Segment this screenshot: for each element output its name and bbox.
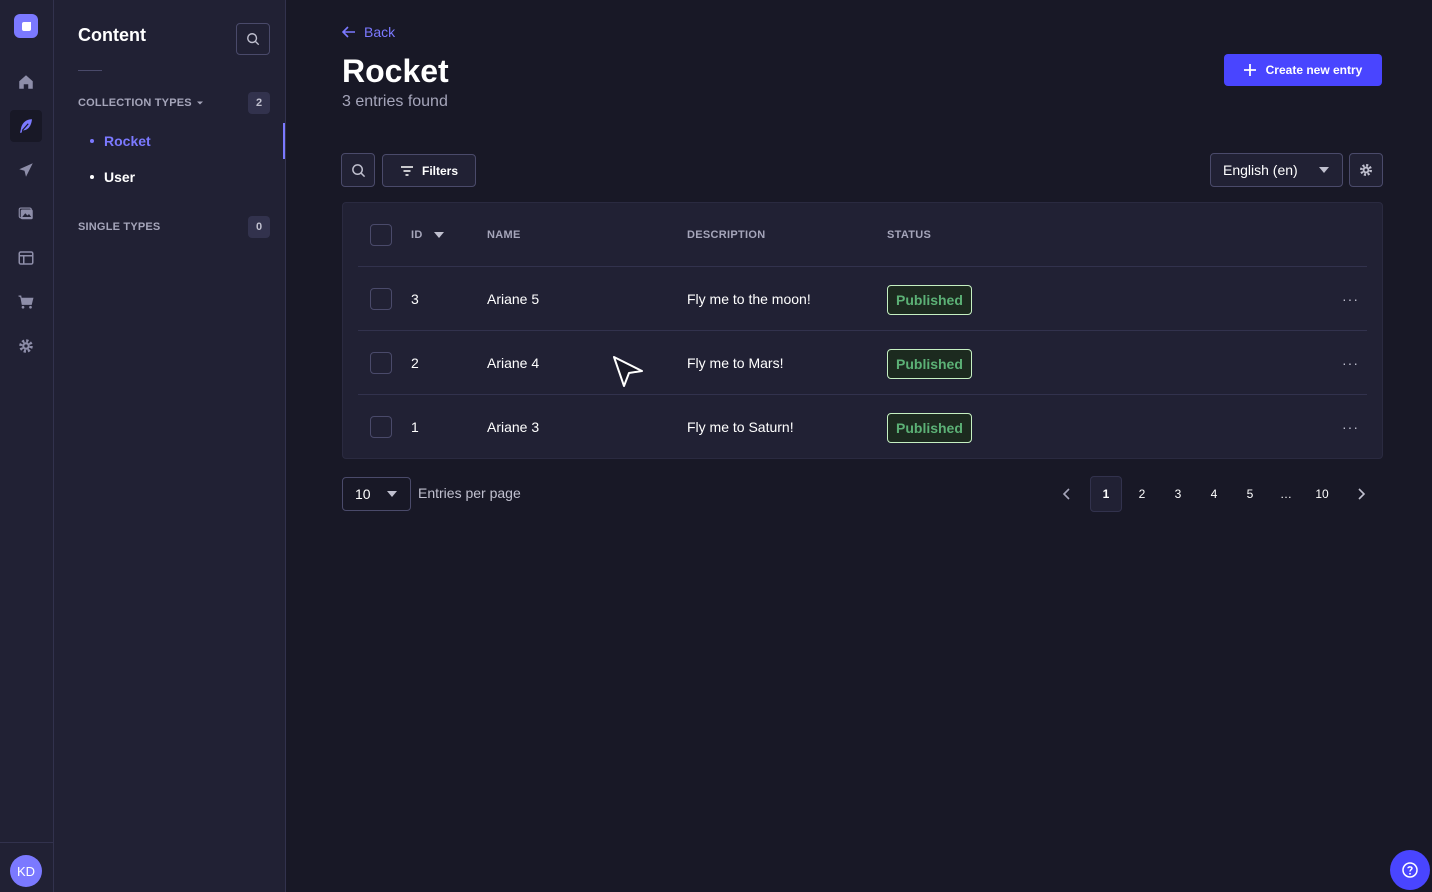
back-link[interactable]: Back [342, 24, 395, 40]
cell-name: Ariane 3 [487, 419, 540, 435]
chevron-down-icon [1319, 167, 1329, 173]
row-checkbox[interactable] [370, 288, 392, 310]
paper-plane-icon[interactable] [10, 154, 42, 186]
layout-icon[interactable] [10, 242, 42, 274]
page-button[interactable]: 1 [1090, 476, 1122, 512]
gear-icon[interactable] [10, 330, 42, 362]
locale-select[interactable]: English (en) [1210, 153, 1343, 187]
bullet-icon [90, 175, 94, 179]
sort-desc-icon [433, 232, 444, 238]
prev-page-button[interactable] [1050, 476, 1082, 512]
table-settings-button[interactable] [1349, 153, 1383, 187]
chevron-down-icon [387, 491, 397, 497]
help-button[interactable] [1390, 850, 1430, 890]
collection-types-label: COLLECTION TYPES [78, 97, 192, 109]
page-title: Rocket [342, 53, 449, 89]
status-badge: Published [887, 413, 972, 443]
cell-id: 3 [411, 291, 419, 307]
cell-name: Ariane 5 [487, 291, 540, 307]
page-button[interactable]: 5 [1234, 476, 1266, 512]
subnav-title: Content [78, 25, 146, 45]
user-section: KD [0, 842, 54, 892]
row-more-icon[interactable]: ··· [1342, 291, 1359, 307]
single-types-heading[interactable]: SINGLE TYPES [78, 221, 160, 233]
back-label: Back [364, 24, 396, 40]
filters-button[interactable]: Filters [382, 154, 476, 187]
per-page-label: Entries per page [418, 485, 521, 501]
filters-label: Filters [421, 163, 458, 178]
gear-icon [1360, 164, 1372, 176]
strapi-logo[interactable] [14, 14, 38, 38]
table-row[interactable]: 3 Ariane 5 Fly me to the moon! Published… [358, 266, 1367, 330]
per-page-select[interactable]: 10 [342, 477, 411, 511]
table-row[interactable]: 2 Ariane 4 Fly me to Mars! Published ··· [358, 330, 1367, 394]
arrow-left-icon [342, 26, 355, 38]
locale-value: English (en) [1223, 162, 1298, 178]
content-subnav: Content COLLECTION TYPES 2 Rocket User S… [54, 0, 286, 892]
entries-table: ID NAME DESCRIPTION STATUS 3 Ariane 5 Fl… [342, 202, 1383, 459]
media-library-icon[interactable] [10, 198, 42, 230]
next-page-button[interactable] [1346, 476, 1378, 512]
filter-icon [400, 165, 413, 176]
caret-down-icon [196, 101, 203, 105]
bullet-icon [90, 139, 94, 143]
page-button[interactable]: 2 [1126, 476, 1158, 512]
column-header-id[interactable]: ID [411, 229, 445, 241]
chevron-left-icon [1062, 488, 1070, 500]
cell-id: 1 [411, 419, 419, 435]
mouse-cursor-icon [613, 356, 643, 387]
column-header-description[interactable]: DESCRIPTION [687, 229, 765, 241]
page-button[interactable]: 10 [1306, 476, 1338, 512]
cell-description: Fly me to Mars! [687, 355, 784, 371]
cell-id: 2 [411, 355, 419, 371]
subnav-item-rocket[interactable]: Rocket [90, 133, 151, 149]
avatar[interactable]: KD [10, 855, 42, 887]
column-header-status[interactable]: STATUS [887, 229, 931, 241]
single-types-label: SINGLE TYPES [78, 221, 161, 233]
entries-count: 3 entries found [342, 93, 448, 110]
question-icon [1402, 862, 1418, 878]
page-button[interactable]: 4 [1198, 476, 1230, 512]
row-more-icon[interactable]: ··· [1342, 355, 1359, 371]
collection-types-heading[interactable]: COLLECTION TYPES [78, 97, 204, 109]
collection-types-count: 2 [248, 92, 270, 114]
search-icon [351, 163, 365, 177]
active-indicator [283, 123, 285, 159]
home-icon[interactable] [10, 66, 42, 98]
main-nav-rail: KD [0, 0, 54, 892]
table-search-button[interactable] [341, 153, 375, 187]
chevron-right-icon [1358, 488, 1366, 500]
cell-description: Fly me to the moon! [687, 291, 811, 307]
subnav-search-button[interactable] [236, 23, 270, 55]
table-row[interactable]: 1 Ariane 3 Fly me to Saturn! Published ·… [358, 394, 1367, 458]
subnav-item-label: User [104, 169, 136, 185]
feather-icon[interactable] [10, 110, 42, 142]
single-types-count: 0 [248, 216, 270, 238]
page-button[interactable]: 3 [1162, 476, 1194, 512]
plus-icon [1243, 64, 1256, 76]
create-entry-label: Create new entry [1265, 63, 1363, 77]
cell-description: Fly me to Saturn! [687, 419, 794, 435]
subnav-divider [78, 70, 102, 71]
select-all-checkbox[interactable] [370, 224, 392, 246]
row-more-icon[interactable]: ··· [1342, 419, 1359, 435]
subnav-item-label: Rocket [104, 133, 151, 149]
page-ellipsis: … [1280, 487, 1292, 501]
subnav-item-user[interactable]: User [90, 169, 135, 185]
per-page-value: 10 [355, 486, 371, 502]
cell-name: Ariane 4 [487, 355, 540, 371]
column-header-name[interactable]: NAME [487, 229, 521, 241]
status-badge: Published [887, 349, 972, 379]
column-header-label: ID [411, 229, 423, 241]
create-entry-button[interactable]: Create new entry [1224, 54, 1382, 86]
row-checkbox[interactable] [370, 416, 392, 438]
status-badge: Published [887, 285, 972, 315]
cart-icon[interactable] [10, 286, 42, 318]
search-icon [247, 33, 260, 46]
row-checkbox[interactable] [370, 352, 392, 374]
